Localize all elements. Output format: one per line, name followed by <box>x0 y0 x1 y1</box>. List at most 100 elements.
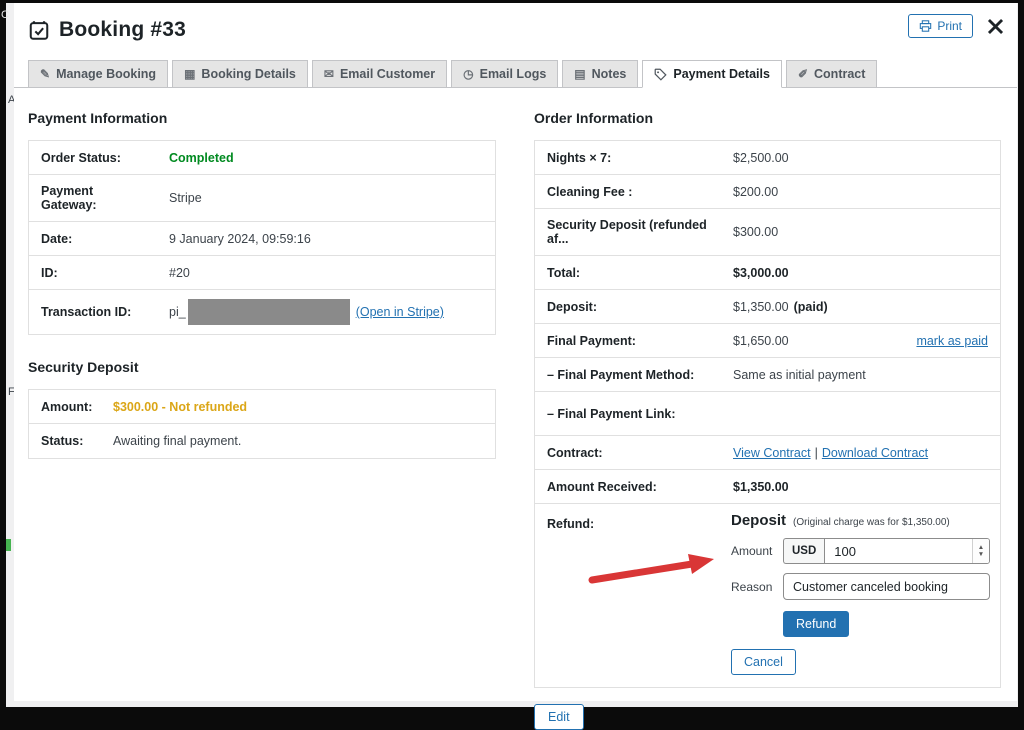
tab-label: Booking Details <box>201 67 295 81</box>
payment-date-value: 9 January 2024, 09:59:16 <box>157 223 495 255</box>
row-label: Amount Received: <box>535 471 721 503</box>
table-row: Contract: View Contract | Download Contr… <box>535 436 1000 470</box>
tab-label: Payment Details <box>673 67 770 81</box>
view-contract-link[interactable]: View Contract <box>733 446 811 460</box>
final-payment-value: $1,650.00 <box>733 334 789 348</box>
amount-stepper[interactable]: ▲ ▼ <box>972 539 989 563</box>
cancel-button[interactable]: Cancel <box>731 649 796 675</box>
table-row: Transaction ID: pi_ (Open in Stripe) <box>29 290 495 334</box>
modal-header: Booking #33 Print <box>14 3 1017 42</box>
tab-manage-booking[interactable]: ✎ Manage Booking <box>28 60 168 88</box>
transaction-id-prefix: pi_ <box>169 305 186 319</box>
table-row: Amount: $300.00 - Not refunded <box>29 390 495 424</box>
clock-icon: ◷ <box>463 68 473 80</box>
background-letter: C <box>1 9 9 21</box>
refund-form: Deposit (Original charge was for $1,350.… <box>721 504 1000 687</box>
tab-bar: ✎ Manage Booking ▦ Booking Details ✉ Ema… <box>14 60 1017 88</box>
mark-as-paid-link[interactable]: mark as paid <box>916 334 988 348</box>
row-label: Refund: <box>535 504 721 540</box>
row-label: Cleaning Fee : <box>535 176 721 208</box>
row-label: Payment Gateway: <box>29 175 157 221</box>
refund-amount-input[interactable] <box>824 538 990 564</box>
security-deposit-status-value: Awaiting final payment. <box>101 425 495 457</box>
printer-icon <box>919 20 932 32</box>
table-row: Total: $3,000.00 <box>535 256 1000 290</box>
table-row: Payment Gateway: Stripe <box>29 175 495 222</box>
tab-payment-details[interactable]: Payment Details <box>642 60 782 88</box>
table-row: Final Payment: $1,650.00 mark as paid <box>535 324 1000 358</box>
total-value: $3,000.00 <box>733 266 789 280</box>
row-label: Security Deposit (refunded af... <box>535 209 721 255</box>
tab-email-logs[interactable]: ◷ Email Logs <box>451 60 558 88</box>
tab-contract[interactable]: ✐ Contract <box>786 60 877 88</box>
table-row: – Final Payment Method: Same as initial … <box>535 358 1000 392</box>
print-button[interactable]: Print <box>908 14 973 38</box>
row-label: Contract: <box>535 437 721 469</box>
table-row: Cleaning Fee : $200.00 <box>535 175 1000 209</box>
security-deposit-amount-value: $300.00 - Not refunded <box>113 400 247 414</box>
tab-notes[interactable]: ▤ Notes <box>562 60 638 88</box>
row-label: Order Status: <box>29 142 157 174</box>
tab-label: Notes <box>592 67 627 81</box>
stepper-down-icon[interactable]: ▼ <box>978 551 984 558</box>
refund-amount-label: Amount <box>731 544 775 558</box>
table-row: – Final Payment Link: <box>535 392 1000 436</box>
tab-email-customer[interactable]: ✉ Email Customer <box>312 60 447 88</box>
security-deposit-line-value: $300.00 <box>721 216 1000 248</box>
edit-button[interactable]: Edit <box>534 704 584 730</box>
row-label: Nights × 7: <box>535 142 721 174</box>
nights-value: $2,500.00 <box>721 142 1000 174</box>
booking-modal: Booking #33 Print ✎ Manage Booking ▦ <box>14 3 1017 701</box>
row-label: Transaction ID: <box>29 296 157 328</box>
security-deposit-table: Amount: $300.00 - Not refunded Status: A… <box>28 389 496 459</box>
table-row: Amount Received: $1,350.00 <box>535 470 1000 504</box>
table-row: Status: Awaiting final payment. <box>29 424 495 458</box>
row-label: ID: <box>29 257 157 289</box>
payment-id-value: #20 <box>157 257 495 289</box>
row-label: – Final Payment Link: <box>535 398 721 430</box>
open-in-stripe-link[interactable]: (Open in Stripe) <box>356 305 444 319</box>
order-status-value: Completed <box>169 151 234 165</box>
deposit-paid-badge: (paid) <box>794 300 828 314</box>
pen-icon: ✐ <box>798 68 808 80</box>
edit-icon: ✎ <box>40 68 50 80</box>
table-row: ID: #20 <box>29 256 495 290</box>
refund-button[interactable]: Refund <box>783 611 849 637</box>
row-label: Amount: <box>29 391 101 423</box>
tab-label: Email Customer <box>340 67 435 81</box>
background-artifact <box>6 539 11 551</box>
tab-booking-details[interactable]: ▦ Booking Details <box>172 60 308 88</box>
calendar-icon: ▦ <box>184 68 195 80</box>
order-information-table: Nights × 7: $2,500.00 Cleaning Fee : $20… <box>534 140 1001 688</box>
print-button-label: Print <box>937 19 962 33</box>
download-contract-link[interactable]: Download Contract <box>822 446 928 460</box>
refund-original-charge-note: (Original charge was for $1,350.00) <box>793 517 950 528</box>
row-label: – Final Payment Method: <box>535 359 721 391</box>
payment-information-heading: Payment Information <box>28 110 496 126</box>
row-label: Deposit: <box>535 291 721 323</box>
tab-label: Manage Booking <box>56 67 156 81</box>
email-icon: ✉ <box>324 68 334 80</box>
amount-received-value: $1,350.00 <box>733 480 789 494</box>
refund-deposit-heading: Deposit <box>731 512 786 529</box>
table-row: Order Status: Completed <box>29 141 495 175</box>
currency-prefix: USD <box>783 538 824 564</box>
final-payment-method-value: Same as initial payment <box>721 359 1000 391</box>
row-label: Status: <box>29 425 101 457</box>
order-information-heading: Order Information <box>534 110 1001 126</box>
row-label: Total: <box>535 257 721 289</box>
tab-content-payment-details: Payment Information Order Status: Comple… <box>14 88 1017 730</box>
link-separator: | <box>815 446 818 460</box>
deposit-value: $1,350.00 <box>733 300 789 314</box>
tag-icon <box>654 68 667 81</box>
transaction-id-redaction <box>188 299 350 325</box>
payment-gateway-value: Stripe <box>157 182 495 214</box>
close-icon[interactable] <box>986 17 1005 36</box>
tab-label: Email Logs <box>480 67 547 81</box>
tab-label: Contract <box>814 67 865 81</box>
stepper-up-icon[interactable]: ▲ <box>978 544 984 551</box>
refund-reason-input[interactable] <box>783 573 990 600</box>
table-row: Security Deposit (refunded af... $300.00 <box>535 209 1000 256</box>
payment-information-column: Payment Information Order Status: Comple… <box>28 108 496 730</box>
table-row: Deposit: $1,350.00 (paid) <box>535 290 1000 324</box>
